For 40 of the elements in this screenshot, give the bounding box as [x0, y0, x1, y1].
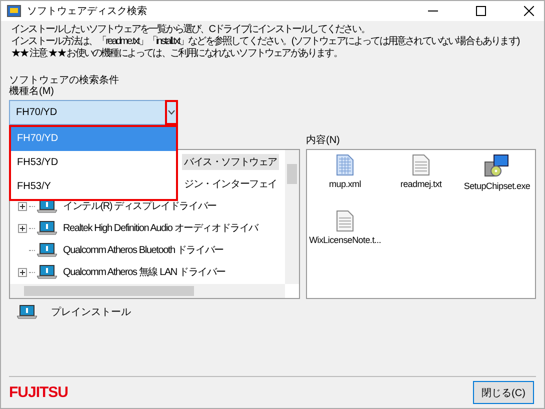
expand-icon[interactable]	[18, 224, 27, 232]
dropdown-option[interactable]: FH53/YD	[11, 151, 176, 175]
tree-item[interactable]: Realtek High Definition Audio オーディオドライバ	[61, 220, 260, 236]
instruction-text: インストールしたいソフトウェアを一覧から選び、Cドライブにインストールしてください。	[11, 24, 370, 36]
tree-item[interactable]: ジン・インターフェイ	[182, 176, 280, 192]
file-name[interactable]: readmej.txt	[400, 179, 442, 189]
tree-item[interactable]: Qualcomm Atheros Bluetooth ドライバー	[61, 242, 226, 258]
chevron-down-icon	[168, 110, 175, 115]
preinstall-button[interactable]: プレインストール	[51, 305, 131, 319]
laptop-icon	[37, 221, 57, 235]
laptop-icon[interactable]	[17, 305, 37, 319]
app-icon	[7, 5, 21, 17]
instruction-text: ★★ 注意 ★★ お使いの機種によっては、ご利用になれないソフトウェアがあります。	[11, 48, 343, 60]
close-button[interactable]: 閉じる(C)	[473, 381, 534, 404]
contents-label: 内容(N)	[306, 135, 341, 147]
text-file-icon[interactable]	[336, 210, 354, 232]
window-title: ソフトウェアディスク検索	[27, 4, 147, 18]
expand-icon[interactable]	[18, 268, 27, 276]
file-name[interactable]: mup.xml	[329, 179, 361, 189]
text-file-icon[interactable]	[412, 154, 430, 176]
model-dropdown[interactable]: FH70/YD	[9, 100, 178, 125]
model-label: 機種名(M)	[9, 86, 55, 97]
installer-icon[interactable]	[484, 154, 510, 178]
tree-item[interactable]: インテル(R) ディスプレイドライバー	[61, 198, 218, 214]
file-name[interactable]: SetupChipset.exe	[464, 181, 530, 191]
search-label: ソフトウェアの検索条件	[9, 75, 120, 86]
tree-item[interactable]: Qualcomm Atheros 無線 LAN ドライバー	[61, 264, 228, 280]
expand-icon[interactable]	[18, 202, 27, 210]
tree-item[interactable]: バイス・ソフトウェア	[182, 154, 280, 170]
laptop-icon	[37, 265, 57, 279]
vertical-scrollbar[interactable]	[285, 150, 299, 284]
xml-file-icon[interactable]	[336, 154, 354, 176]
horizontal-scrollbar[interactable]	[10, 284, 285, 298]
logo: FUJITSU	[9, 384, 68, 401]
instruction-text: インストール方法は、「readme.txt」「install.txt」などを参照してください。(ソフトウェアによっては用意されていない場合もあります)	[11, 36, 520, 48]
file-name[interactable]: WixLicenseNote.t...	[309, 235, 381, 245]
maximize-icon[interactable]	[476, 6, 486, 16]
close-icon[interactable]	[524, 6, 534, 16]
laptop-icon	[37, 243, 57, 257]
dropdown-option[interactable]: FH53/Y	[11, 175, 176, 199]
